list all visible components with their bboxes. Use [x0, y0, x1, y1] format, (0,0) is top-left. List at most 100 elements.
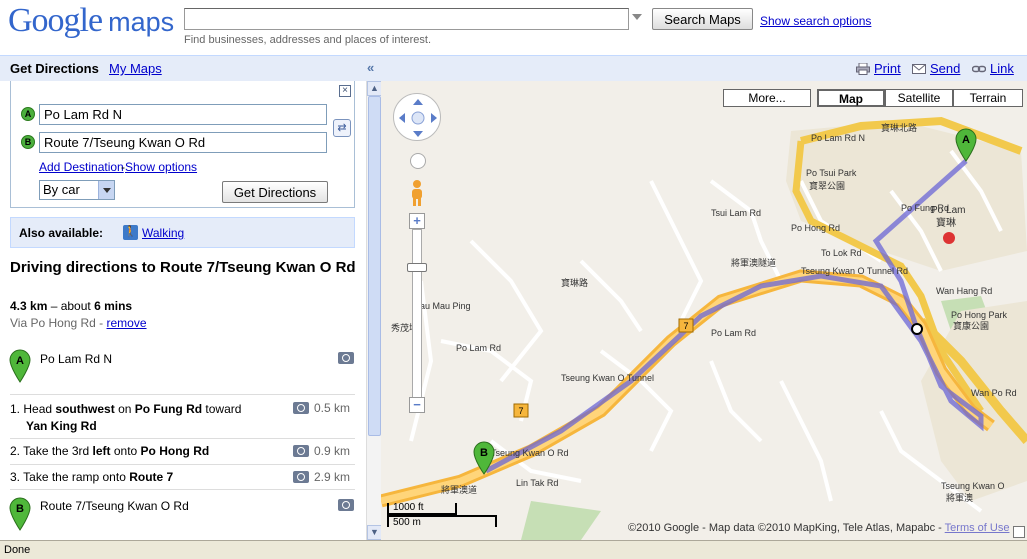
logo-google: Google	[8, 2, 103, 39]
origin-input[interactable]	[39, 104, 327, 125]
step-distance: 2.9 km	[314, 470, 351, 484]
step-number: 3.	[10, 470, 21, 484]
reset-view-icon[interactable]	[410, 153, 426, 169]
status-text: Done	[4, 544, 31, 556]
tab-get-directions[interactable]: Get Directions	[10, 61, 99, 76]
map-type-satellite-button[interactable]: Satellite	[885, 89, 953, 107]
route-7-label: 7	[683, 321, 688, 331]
mtr-station-icon	[943, 232, 955, 244]
copyright-text: ©2010 Google - Map data ©2010 MapKing, T…	[628, 522, 945, 534]
get-directions-button[interactable]: Get Directions	[222, 181, 328, 203]
printer-icon	[856, 63, 870, 75]
step-text: 3. Take the ramp onto Route 7	[10, 470, 173, 484]
map-label: Po Hong Park	[951, 310, 1008, 320]
route-title: Driving directions to Route 7/Tseung Kwa…	[10, 259, 356, 276]
step-distance: 0.9 km	[314, 444, 351, 458]
map-tiles[interactable]: 7 7 Po Lam Rd N 寶琳北路 Po Tsui Park 寶翠公園 P…	[381, 81, 1027, 540]
panel-scrollbar[interactable]: ▲ ▼	[366, 81, 382, 540]
map-label: 寶康公園	[953, 320, 989, 331]
destination-input[interactable]	[39, 132, 327, 153]
map-label: 將軍澳	[946, 492, 973, 503]
street-view-camera-icon[interactable]	[338, 352, 354, 364]
step-number: 1.	[10, 402, 21, 416]
route-waypoint[interactable]	[911, 323, 923, 335]
street-view-camera-icon[interactable]	[293, 402, 309, 414]
google-maps-logo[interactable]: Google maps	[8, 2, 174, 40]
chain-link-icon	[972, 65, 986, 73]
overview-toggle-icon[interactable]	[1013, 526, 1025, 538]
map-label: Wan Hang Rd	[936, 286, 992, 296]
scroll-down-icon[interactable]: ▼	[367, 525, 382, 540]
map-label: Tseung Kwan O Rd	[491, 448, 569, 458]
map-label: Tseung Kwan O Tunnel Rd	[801, 266, 908, 276]
street-view-camera-icon[interactable]	[338, 499, 354, 511]
print-link[interactable]: Print	[874, 61, 901, 76]
send-link[interactable]: Send	[930, 61, 960, 76]
end-marker-b-icon[interactable]: B	[9, 497, 31, 531]
show-options-link[interactable]: Show options	[125, 160, 197, 174]
route-time-sep: – about	[50, 299, 91, 313]
link-button[interactable]: Link	[972, 61, 1014, 76]
marker-b-icon: B	[21, 135, 35, 149]
scale-bar: 1000 ft 500 m	[387, 503, 497, 528]
walking-link[interactable]: Walking	[142, 226, 184, 240]
step-text-part: onto	[110, 444, 141, 458]
search-history-dropdown-icon[interactable]	[632, 14, 642, 20]
map-type-more-button[interactable]: More...	[723, 89, 811, 107]
remove-via-link[interactable]: remove	[107, 316, 147, 330]
direction-step[interactable]: 1. Head southwest on Po Fung Rd toward Y…	[10, 394, 355, 438]
map-label: 寶琳	[936, 216, 956, 229]
direction-step[interactable]: 2. Take the 3rd left onto Po Hong Rd 0.9…	[10, 438, 355, 462]
step-distance: 0.5 km	[314, 401, 351, 415]
scrollbar-thumb[interactable]	[368, 96, 381, 436]
map-type-map-button[interactable]: Map	[817, 89, 885, 107]
search-input[interactable]	[184, 8, 629, 30]
collapse-panel-button[interactable]: «	[367, 60, 374, 75]
swap-directions-icon[interactable]: ⇄	[333, 119, 351, 137]
map-label: Lin Tak Rd	[516, 478, 558, 488]
direction-step[interactable]: 3. Take the ramp onto Route 7 2.9 km	[10, 464, 355, 488]
close-icon[interactable]: ×	[339, 85, 351, 97]
zoom-in-icon[interactable]: +	[409, 213, 425, 229]
terms-of-use-link[interactable]: Terms of Use	[945, 522, 1010, 534]
svg-text:A: A	[16, 355, 24, 367]
svg-text:B: B	[16, 503, 24, 515]
map-type-terrain-button[interactable]: Terrain	[953, 89, 1023, 107]
step-text: 1. Head southwest on Po Fung Rd toward Y…	[10, 401, 280, 435]
walking-icon[interactable]: 🚶	[123, 225, 138, 240]
show-search-options-link[interactable]: Show search options	[760, 14, 871, 28]
travel-mode-select[interactable]: By car	[39, 180, 115, 200]
route-distance: 4.3 km	[10, 299, 48, 313]
step-number: 2.	[10, 444, 21, 458]
browser-status-bar: Done	[0, 540, 1027, 559]
tab-my-maps[interactable]: My Maps	[109, 61, 162, 76]
scroll-up-icon[interactable]: ▲	[367, 81, 382, 96]
step-text-part: Head	[23, 402, 56, 416]
pegman-icon[interactable]	[409, 179, 425, 207]
street-view-camera-icon[interactable]	[293, 471, 309, 483]
pan-arrows-icon[interactable]	[394, 94, 442, 142]
map-canvas[interactable]: 7 7 Po Lam Rd N 寶琳北路 Po Tsui Park 寶翠公園 P…	[381, 81, 1027, 540]
travel-mode-value: By car	[43, 182, 80, 197]
map-label: Wan Po Rd	[971, 388, 1017, 398]
step-direction: left	[92, 444, 111, 458]
search-maps-button[interactable]: Search Maps	[652, 8, 753, 30]
map-label: Po Lam Rd	[711, 328, 756, 338]
print-button[interactable]: Print	[856, 61, 901, 76]
link-link[interactable]: Link	[990, 61, 1014, 76]
pan-control[interactable]	[393, 93, 441, 141]
start-marker-a-icon[interactable]: A	[9, 349, 31, 383]
map-label: 寶翠公園	[809, 180, 845, 191]
map-label: To Lok Rd	[821, 248, 862, 258]
map-label: Po Hong Rd	[791, 223, 840, 233]
zoom-slider-track[interactable]	[412, 229, 422, 399]
zoom-slider-handle[interactable]	[407, 263, 427, 272]
logo-maps: maps	[108, 7, 175, 37]
route-time: 6 mins	[94, 299, 133, 313]
send-button[interactable]: Send	[912, 61, 960, 76]
zoom-out-icon[interactable]: −	[409, 397, 425, 413]
divider	[10, 489, 355, 490]
add-destination-link[interactable]: Add Destination	[39, 160, 124, 174]
step-text-part: Take the ramp onto	[23, 470, 130, 484]
street-view-camera-icon[interactable]	[293, 445, 309, 457]
